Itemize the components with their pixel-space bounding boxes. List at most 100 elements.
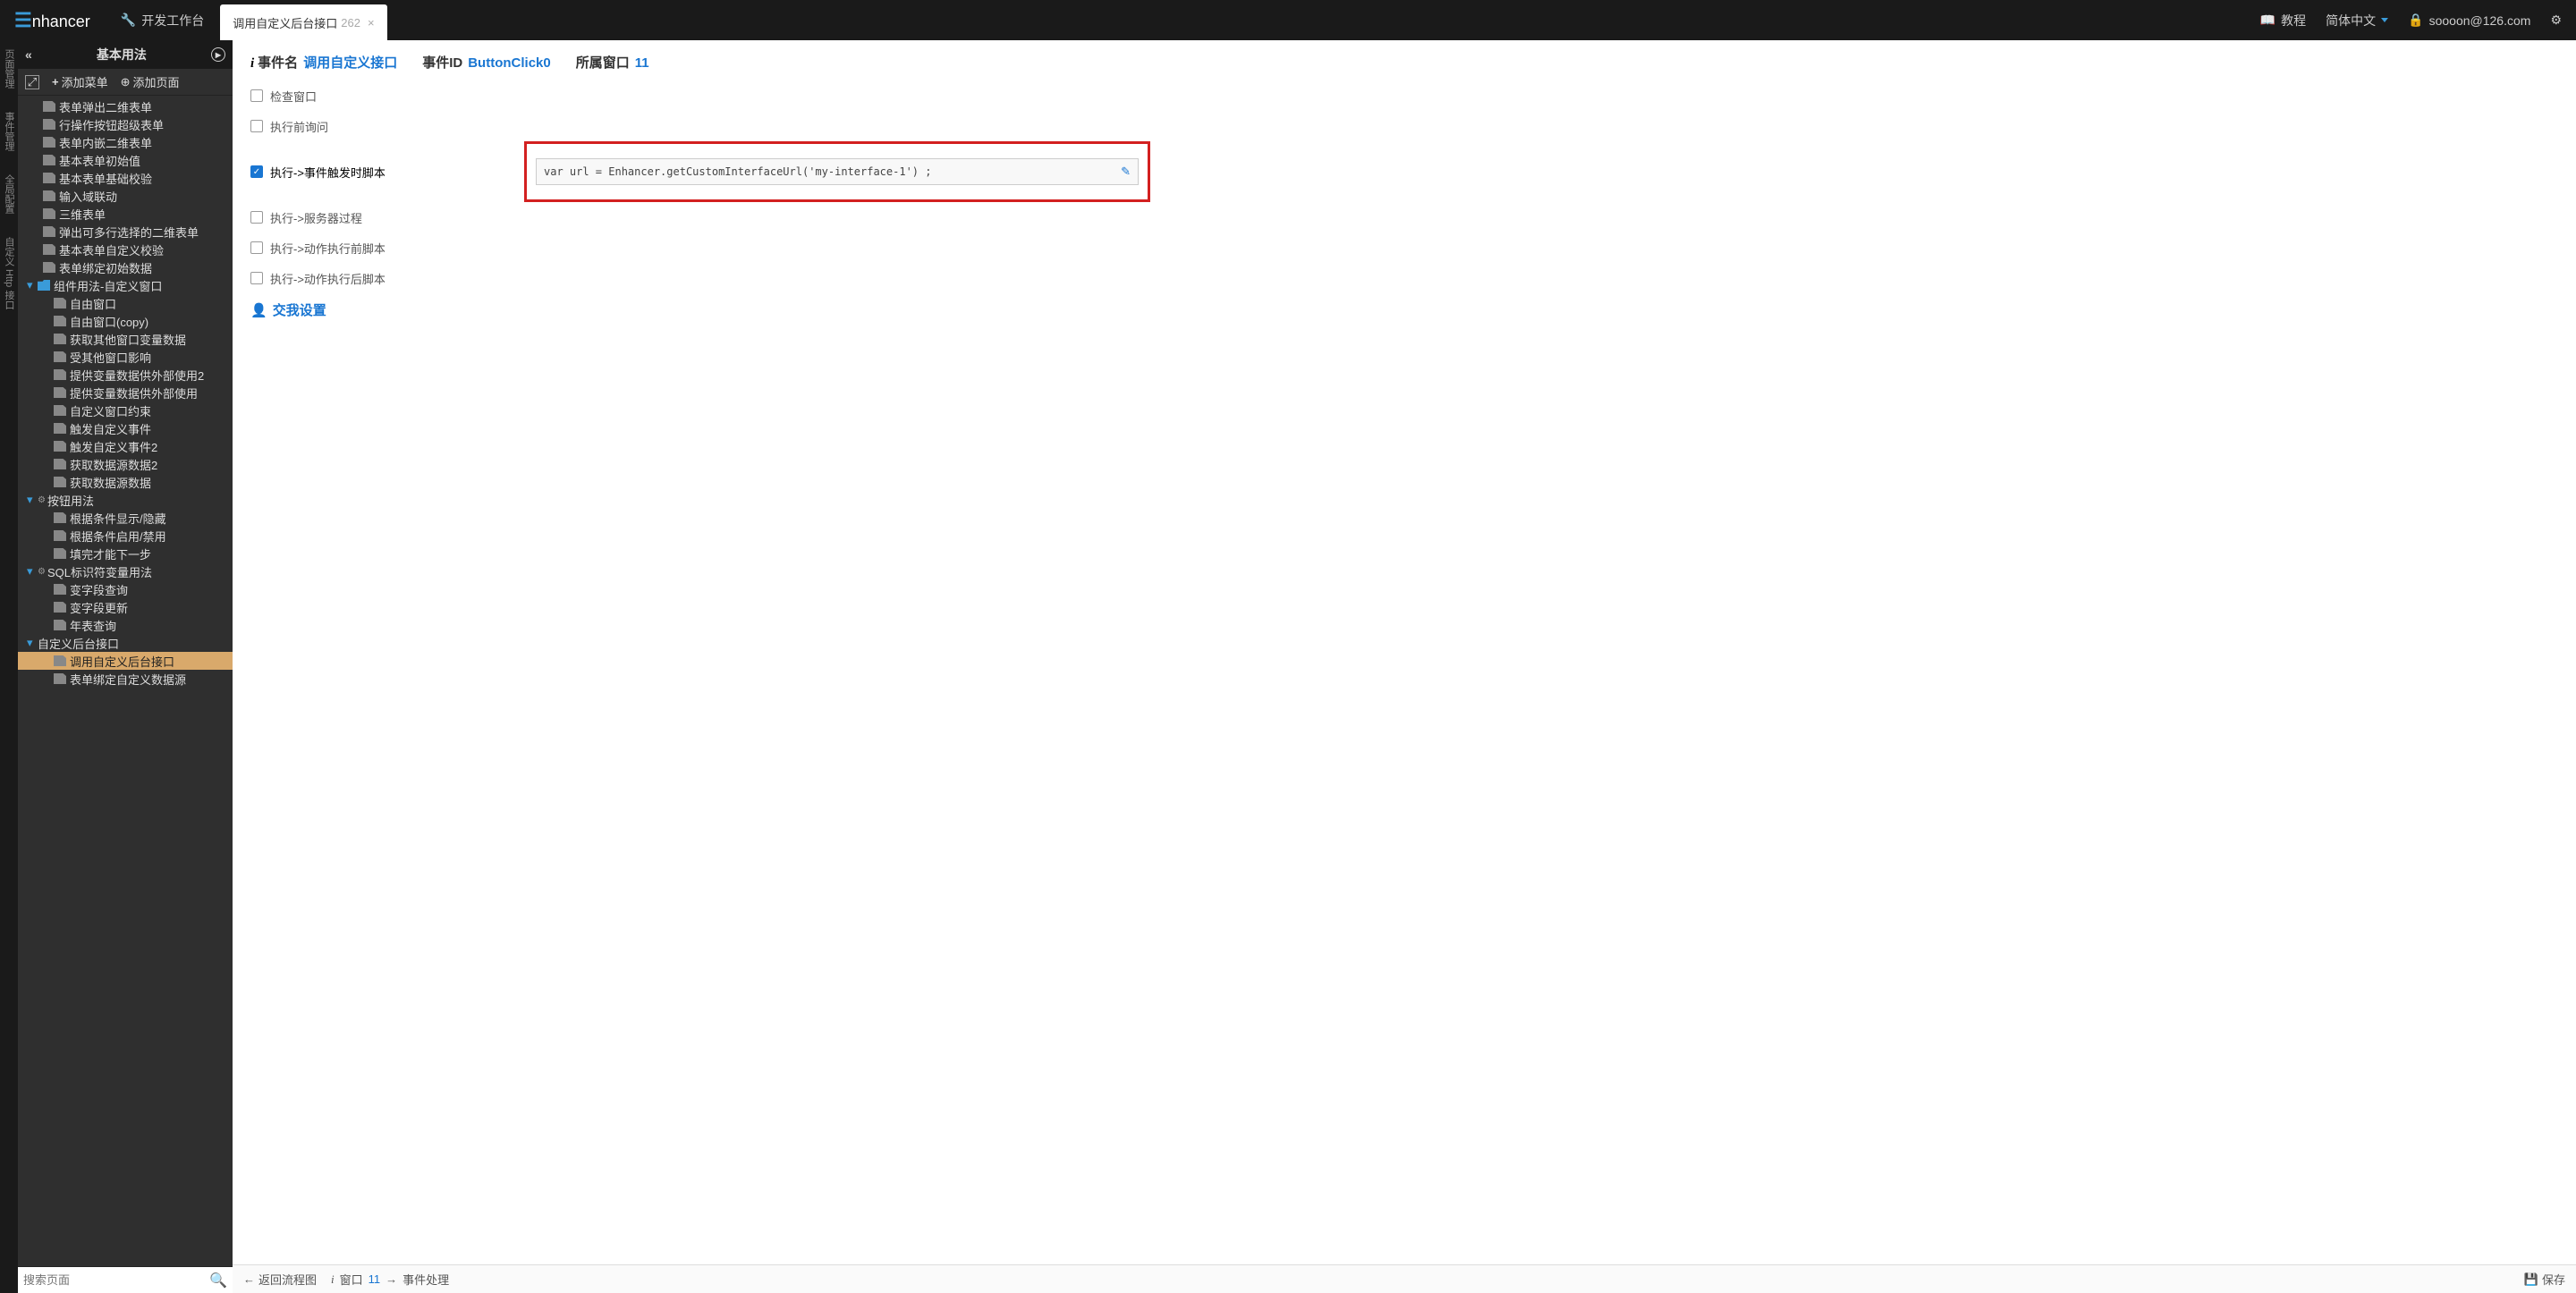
- search-icon[interactable]: 🔍: [209, 1272, 227, 1289]
- tree-item-label: 基本表单初始值: [59, 152, 140, 169]
- iconstrip-item[interactable]: 页面管理: [2, 46, 16, 92]
- search-input[interactable]: [23, 1273, 209, 1287]
- settings-button[interactable]: ⚙: [2550, 13, 2562, 28]
- save-label: 保存: [2542, 1271, 2565, 1288]
- tree-item[interactable]: 调用自定义后台接口: [18, 652, 233, 670]
- tree-item[interactable]: 触发自定义事件2: [18, 437, 233, 455]
- tree-item[interactable]: ▾⚙SQL标识符变量用法: [18, 562, 233, 580]
- tree-item-label: 输入域联动: [59, 188, 117, 205]
- tree-item-label: 自由窗口(copy): [70, 313, 148, 330]
- close-tab-icon[interactable]: ×: [368, 16, 375, 30]
- server-process-row: 执行->服务器过程: [250, 202, 2558, 232]
- tutorial-link[interactable]: 📖 教程: [2260, 12, 2306, 30]
- gear-icon: ⚙: [2550, 13, 2562, 28]
- edit-icon[interactable]: ✎: [1121, 165, 1131, 179]
- tutorial-label: 教程: [2281, 12, 2306, 30]
- crumb-window-id[interactable]: 11: [369, 1272, 381, 1286]
- folder-open-icon: ▾: [27, 278, 36, 292]
- tree-item[interactable]: 提供变量数据供外部使用2: [18, 366, 233, 384]
- tree-item[interactable]: 基本表单初始值: [18, 151, 233, 169]
- file-icon: [54, 477, 66, 487]
- tree-item[interactable]: 触发自定义事件: [18, 419, 233, 437]
- tree-item[interactable]: 变字段更新: [18, 598, 233, 616]
- tree-item-label: 变字段更新: [70, 599, 128, 616]
- user-menu[interactable]: 🔒 soooon@126.com: [2408, 13, 2530, 28]
- file-icon: [43, 101, 55, 112]
- tree-item[interactable]: ▾自定义后台接口: [18, 634, 233, 652]
- back-button[interactable]: ← 返回流程图: [243, 1271, 317, 1288]
- server-process-label: 执行->服务器过程: [270, 209, 362, 226]
- play-icon[interactable]: ▶: [211, 47, 225, 62]
- file-icon: [54, 298, 66, 308]
- chevron-down-icon: [2381, 18, 2388, 22]
- tree-item[interactable]: 基本表单基础校验: [18, 169, 233, 187]
- collapse-icon[interactable]: «: [25, 47, 32, 62]
- add-menu-button[interactable]: +添加菜单: [52, 73, 108, 90]
- tree-item[interactable]: 填完才能下一步: [18, 545, 233, 562]
- save-button[interactable]: 💾 保存: [2524, 1271, 2565, 1288]
- tree-item[interactable]: 表单内嵌二维表单: [18, 133, 233, 151]
- info-icon: i: [331, 1272, 335, 1287]
- tree-item[interactable]: 获取数据源数据: [18, 473, 233, 491]
- tree-item[interactable]: ▾⚙按钮用法: [18, 491, 233, 509]
- tree-item-label: 自由窗口: [70, 295, 116, 312]
- tree-item-label: 变字段查询: [70, 581, 128, 598]
- tree-item[interactable]: 受其他窗口影响: [18, 348, 233, 366]
- workbench-button[interactable]: 🔧 开发工作台: [105, 12, 220, 30]
- tree-item[interactable]: 根据条件启用/禁用: [18, 527, 233, 545]
- pre-confirm-label: 执行前询问: [270, 118, 328, 135]
- tree-item[interactable]: 表单绑定自定义数据源: [18, 670, 233, 688]
- tree-item[interactable]: 行操作按钮超级表单: [18, 115, 233, 133]
- add-page-button[interactable]: ⊕添加页面: [121, 73, 180, 90]
- trigger-script-checkbox[interactable]: ✓: [250, 165, 263, 178]
- check-window-checkbox[interactable]: [250, 89, 263, 102]
- main-header: i事件名调用自定义接口 事件IDButtonClick0 所属窗口11: [233, 40, 2576, 80]
- tree-item[interactable]: 自定义窗口约束: [18, 401, 233, 419]
- expand-icon[interactable]: ⤢: [25, 75, 39, 89]
- tree-item[interactable]: 自由窗口: [18, 294, 233, 312]
- tree-item-label: 表单绑定初始数据: [59, 259, 152, 276]
- iconstrip-item[interactable]: 自定义 Http 接口: [2, 233, 16, 313]
- tree-item[interactable]: 表单绑定初始数据: [18, 258, 233, 276]
- tree-item[interactable]: 年表查询: [18, 616, 233, 634]
- book-icon: 📖: [2260, 13, 2275, 28]
- tree-item[interactable]: 获取其他窗口变量数据: [18, 330, 233, 348]
- highlight-box: var url = Enhancer.getCustomInterfaceUrl…: [524, 141, 1150, 202]
- code-input[interactable]: var url = Enhancer.getCustomInterfaceUrl…: [536, 158, 1139, 185]
- server-process-checkbox[interactable]: [250, 211, 263, 224]
- iconstrip-item[interactable]: 事件管理: [2, 108, 16, 155]
- file-icon: [43, 244, 55, 255]
- event-id-value: ButtonClick0: [468, 55, 551, 71]
- tree-item[interactable]: 自由窗口(copy): [18, 312, 233, 330]
- tree-item[interactable]: 弹出可多行选择的二维表单: [18, 223, 233, 241]
- tree-item-label: 弹出可多行选择的二维表单: [59, 224, 199, 241]
- tree-item[interactable]: 输入域联动: [18, 187, 233, 205]
- page-tree[interactable]: 表单弹出二维表单行操作按钮超级表单表单内嵌二维表单基本表单初始值基本表单基础校验…: [18, 96, 233, 1266]
- tree-item[interactable]: 三维表单: [18, 205, 233, 223]
- tree-item[interactable]: ▾组件用法-自定义窗口: [18, 276, 233, 294]
- tree-item[interactable]: 基本表单自定义校验: [18, 241, 233, 258]
- sidebar-title: 基本用法: [97, 46, 147, 63]
- tree-item[interactable]: 提供变量数据供外部使用: [18, 384, 233, 401]
- event-name-label: 事件名: [258, 55, 298, 71]
- tree-item-label: 三维表单: [59, 206, 106, 223]
- tree-item[interactable]: 获取数据源数据2: [18, 455, 233, 473]
- tree-item-label: 填完才能下一步: [70, 545, 151, 562]
- iconstrip-item[interactable]: 全局配置: [2, 171, 16, 217]
- post-action-script-checkbox[interactable]: [250, 272, 263, 284]
- wrench-icon: 🔧: [121, 13, 136, 28]
- active-tab[interactable]: 调用自定义后台接口 262 ×: [220, 4, 386, 40]
- tree-item-label: 触发自定义事件: [70, 420, 151, 437]
- tree-item-label: 根据条件显示/隐藏: [70, 510, 166, 527]
- event-form: 检查窗口 执行前询问 ✓ 执行->事件触发时脚本 var url = Enhan…: [233, 80, 2576, 319]
- pre-action-script-row: 执行->动作执行前脚本: [250, 232, 2558, 263]
- tree-item[interactable]: 变字段查询: [18, 580, 233, 598]
- language-selector[interactable]: 简体中文: [2326, 12, 2388, 30]
- save-icon: 💾: [2524, 1272, 2538, 1287]
- pre-confirm-checkbox[interactable]: [250, 120, 263, 132]
- tree-item[interactable]: 表单弹出二维表单: [18, 97, 233, 115]
- tree-item[interactable]: 根据条件显示/隐藏: [18, 509, 233, 527]
- teach-link[interactable]: 👤 交我设置: [250, 300, 2558, 319]
- pre-action-script-checkbox[interactable]: [250, 241, 263, 254]
- tree-item-label: 表单弹出二维表单: [59, 98, 152, 115]
